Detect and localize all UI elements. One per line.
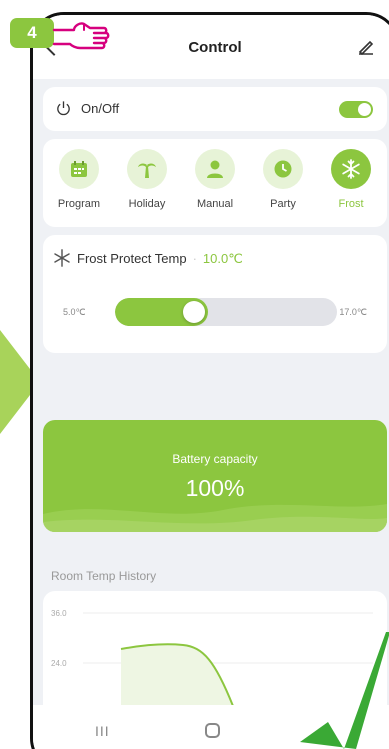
y-tick-label: 24.0 <box>51 659 67 668</box>
frost-title-row: Frost Protect Temp · 10.0℃ <box>77 251 243 267</box>
snowflake-icon <box>342 159 360 179</box>
y-tick-label: 36.0 <box>51 609 67 618</box>
slider-max-label: 17.0℃ <box>339 307 367 317</box>
power-icon <box>57 101 70 116</box>
slider-min-label: 5.0℃ <box>63 307 86 317</box>
checkmark-icon <box>300 632 389 749</box>
snowflake-icon <box>54 249 70 267</box>
mode-selector: Program Holiday Manual Party Frost <box>43 139 387 227</box>
mode-manual[interactable]: Manual <box>183 149 247 210</box>
mode-holiday-circle <box>127 149 167 189</box>
mode-manual-circle <box>195 149 235 189</box>
mode-program-label: Program <box>57 198 101 210</box>
mode-party-circle <box>263 149 303 189</box>
mode-party-label: Party <box>270 198 296 210</box>
mode-frost-circle <box>331 149 371 189</box>
pointing-hand-icon <box>52 22 110 50</box>
screenshot-stage: 4 Control On/Off Program Holiday Manual … <box>0 0 389 749</box>
battery-value: 100% <box>185 475 245 501</box>
toggle-knob <box>358 103 371 116</box>
frost-title: Frost Protect Temp <box>77 251 187 266</box>
mode-program-circle <box>59 149 99 189</box>
mode-program[interactable]: Program <box>47 149 111 210</box>
step-number-badge: 4 <box>10 18 54 48</box>
frost-value: 10.0℃ <box>202 251 243 266</box>
separator-dot: · <box>192 251 197 266</box>
mode-manual-label: Manual <box>196 198 234 210</box>
power-row: On/Off <box>43 87 387 131</box>
home-button[interactable] <box>205 723 220 738</box>
mode-frost-label: Frost <box>338 198 364 210</box>
history-title: Room Temp History <box>51 569 157 583</box>
person-icon <box>207 160 223 178</box>
frost-slider-handle[interactable] <box>183 301 205 323</box>
mode-party[interactable]: Party <box>251 149 315 210</box>
power-toggle[interactable] <box>339 101 373 118</box>
mode-frost[interactable]: Frost <box>319 149 383 210</box>
edit-pencil-icon[interactable] <box>357 37 375 55</box>
frost-settings-card: Frost Protect Temp · 10.0℃ 5.0℃ 17.0℃ <box>43 235 387 353</box>
power-label: On/Off <box>81 101 120 116</box>
recent-apps-button[interactable]: III <box>95 723 110 739</box>
frost-slider-track[interactable] <box>115 298 337 326</box>
battery-label: Battery capacity <box>172 452 258 466</box>
palm-tree-icon <box>138 163 156 178</box>
mode-holiday[interactable]: Holiday <box>115 149 179 210</box>
clock-icon <box>274 160 292 178</box>
battery-card: Battery capacity 100% <box>43 420 387 532</box>
mode-holiday-label: Holiday <box>128 198 166 210</box>
calendar-icon <box>71 161 87 177</box>
